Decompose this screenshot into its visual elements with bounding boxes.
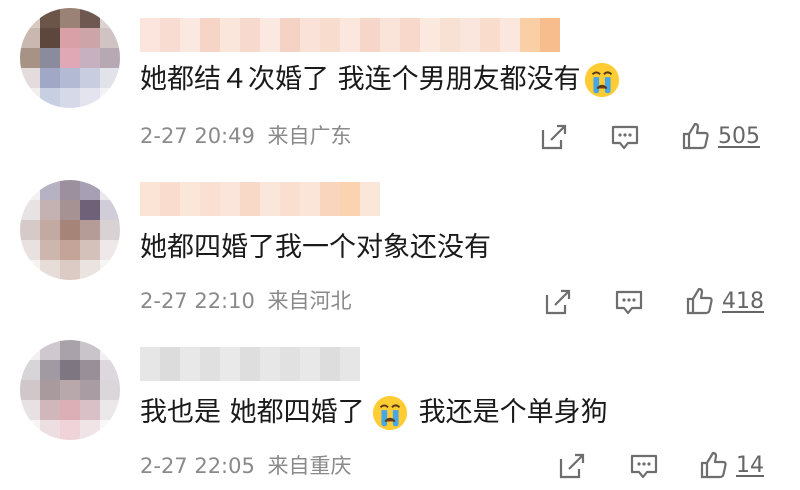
reply-button[interactable] bbox=[608, 120, 642, 154]
share-button[interactable] bbox=[537, 120, 571, 154]
comment-location: 来自广东 bbox=[267, 124, 352, 148]
like-count: 418 bbox=[722, 288, 764, 314]
share-icon bbox=[541, 124, 567, 150]
comment-text-part: 她都四婚了我一个对象还没有 bbox=[140, 232, 491, 263]
like-count: 505 bbox=[718, 123, 760, 149]
username-blurred[interactable] bbox=[140, 18, 560, 52]
crying-face-icon bbox=[584, 62, 619, 98]
comment-date: 2-27 22:05 bbox=[140, 454, 255, 478]
comment-location: 来自重庆 bbox=[267, 454, 352, 478]
thumbs-up-icon bbox=[682, 122, 709, 150]
comment-date: 2-27 20:49 bbox=[140, 124, 255, 148]
like-button[interactable]: 418 bbox=[684, 285, 764, 317]
comment-text: 我也是 她都四婚了 我还是个单身狗 bbox=[140, 393, 608, 433]
comment-item: 她都四婚了我一个对象还没有 2-27 22:10 来自河北 418 bbox=[0, 165, 800, 335]
comment-text: 她都四婚了我一个对象还没有 bbox=[140, 228, 491, 268]
thumbs-up-icon bbox=[700, 451, 727, 479]
comment-location: 来自河北 bbox=[267, 289, 352, 313]
comment-icon bbox=[615, 290, 643, 315]
comment-text-part: 她都结４次婚了 我连个男朋友都没有 bbox=[140, 64, 581, 95]
crying-face-icon bbox=[372, 395, 407, 431]
username-blurred[interactable] bbox=[140, 182, 400, 216]
comment-meta: 2-27 22:10 来自河北 bbox=[140, 288, 352, 314]
avatar[interactable] bbox=[20, 340, 120, 440]
share-icon bbox=[545, 289, 571, 315]
comment-text-part: 我还是个单身狗 bbox=[418, 397, 608, 428]
share-button[interactable] bbox=[555, 449, 589, 483]
reply-button[interactable] bbox=[627, 449, 661, 483]
username-blurred[interactable] bbox=[140, 347, 360, 381]
avatar[interactable] bbox=[20, 180, 120, 280]
comment-item: 我也是 她都四婚了 我还是个单身狗 2-27 22:05 来自重庆 14 bbox=[0, 335, 800, 490]
like-button[interactable]: 14 bbox=[698, 449, 764, 481]
share-icon bbox=[559, 453, 585, 479]
like-button[interactable]: 505 bbox=[680, 120, 760, 152]
comment-meta: 2-27 20:49 来自广东 bbox=[140, 123, 352, 149]
comment-icon bbox=[630, 454, 658, 479]
share-button[interactable] bbox=[541, 285, 575, 319]
comment-text: 她都结４次婚了 我连个男朋友都没有 bbox=[140, 60, 623, 100]
like-count: 14 bbox=[736, 452, 764, 478]
thumbs-up-icon bbox=[686, 287, 713, 315]
comment-icon bbox=[611, 125, 639, 150]
comment-item: 她都结４次婚了 我连个男朋友都没有 2-27 20:49 来自广东 505 bbox=[0, 0, 800, 165]
avatar[interactable] bbox=[20, 8, 120, 108]
comment-meta: 2-27 22:05 来自重庆 bbox=[140, 453, 352, 479]
comment-text-part: 我也是 她都四婚了 bbox=[140, 397, 365, 428]
reply-button[interactable] bbox=[612, 285, 646, 319]
comment-date: 2-27 22:10 bbox=[140, 289, 255, 313]
